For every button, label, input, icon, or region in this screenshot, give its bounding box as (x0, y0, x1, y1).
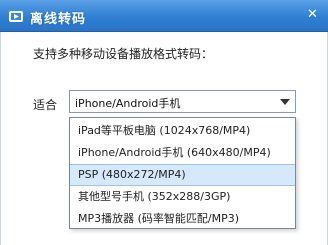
close-button[interactable]: ✕ (305, 7, 320, 22)
dropdown-option-mp3-player[interactable]: MP3播放器 (码率智能匹配/MP3) (70, 208, 295, 230)
device-select-value: iPhone/Android手机 (75, 97, 181, 110)
fit-label: 适合 (33, 98, 58, 112)
dropdown-option-ipad[interactable]: iPad等平板电脑 (1024x768/MP4) (70, 120, 295, 142)
dropdown-option-other-phone[interactable]: 其他型号手机 (352x288/3GP) (70, 186, 295, 208)
dropdown-option-iphone-android[interactable]: iPhone/Android手机 (640x480/MP4) (70, 142, 295, 164)
chevron-down-icon[interactable] (280, 99, 290, 105)
description-text: 支持多种移动设备播放格式转码： (33, 47, 214, 61)
device-dropdown-list: iPad等平板电脑 (1024x768/MP4) iPhone/Android手… (69, 117, 296, 229)
window-title: 离线转码 (30, 12, 87, 27)
app-logo-icon (9, 11, 23, 22)
title-bar: 离线转码 ✕ (0, 0, 328, 32)
device-select[interactable]: iPhone/Android手机 (69, 90, 296, 113)
dropdown-option-psp[interactable]: PSP (480x272/MP4) (70, 164, 295, 186)
